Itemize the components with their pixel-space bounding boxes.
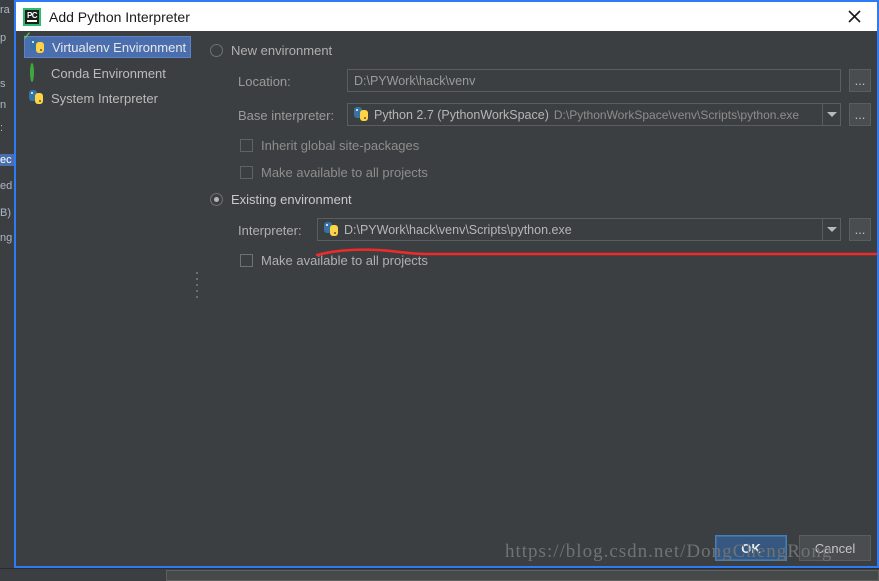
ok-button[interactable]: OK (715, 535, 787, 561)
background-text-fragment: ed (0, 180, 13, 192)
sidebar-item-label: Virtualenv Environment (52, 39, 187, 55)
background-text-fragment: ra (0, 4, 10, 16)
dialog-title: Add Python Interpreter (49, 9, 190, 25)
radio-indicator-icon (210, 193, 223, 206)
chevron-down-icon[interactable] (822, 219, 840, 240)
sidebar-item-label: System Interpreter (51, 90, 158, 106)
python-icon (29, 90, 45, 106)
radio-label: Existing environment (231, 192, 352, 207)
checkbox-inherit-global-site-packages[interactable]: Inherit global site-packages (240, 138, 419, 153)
checkbox-label: Make available to all projects (261, 165, 428, 180)
location-input[interactable]: D:\PYWork\hack\venv (347, 69, 841, 92)
base-interpreter-value: Python 2.7 (PythonWorkSpace) (374, 107, 549, 122)
dialog-body: ✓ Virtualenv Environment Conda Environme… (16, 31, 877, 564)
base-interpreter-label: Base interpreter: (238, 108, 335, 123)
background-text-fragment-selected: ec (0, 154, 14, 166)
checkbox-box-icon (240, 139, 253, 152)
background-text-fragment: : (0, 122, 4, 134)
pycharm-icon: PC (23, 8, 41, 26)
background-ide-text-strip: ra p s n : ec ed B) ng (0, 0, 14, 568)
sidebar-item-system-interpreter[interactable]: System Interpreter (24, 87, 191, 109)
interpreter-value: D:\PYWork\hack\venv\Scripts\python.exe (344, 222, 572, 237)
interpreter-settings-pane: New environment Location: D:\PYWork\hack… (204, 31, 877, 564)
checkbox-label: Make available to all projects (261, 253, 428, 268)
python-icon (324, 222, 339, 237)
cancel-button[interactable]: Cancel (799, 535, 871, 561)
sidebar-item-label: Conda Environment (51, 65, 166, 81)
checkbox-box-icon (240, 166, 253, 179)
splitter-grip-icon (196, 272, 199, 302)
radio-indicator-icon (210, 44, 223, 57)
interpreter-browse-button[interactable]: ... (849, 218, 871, 241)
sidebar-item-virtualenv-environment[interactable]: ✓ Virtualenv Environment (23, 32, 191, 58)
base-interpreter-combobox[interactable]: Python 2.7 (PythonWorkSpace) D:\PythonWo… (347, 103, 841, 126)
location-label: Location: (238, 74, 291, 89)
radio-new-environment[interactable]: New environment (210, 43, 332, 58)
python-virtualenv-icon: ✓ (23, 32, 46, 55)
background-text-fragment: B) (0, 207, 11, 219)
dialog-titlebar: PC Add Python Interpreter (16, 0, 877, 31)
checkbox-label: Inherit global site-packages (261, 138, 420, 153)
python-icon (354, 107, 369, 122)
interpreter-combobox[interactable]: D:\PYWork\hack\venv\Scripts\python.exe (317, 218, 841, 241)
chevron-down-icon[interactable] (822, 104, 840, 125)
base-interpreter-path: D:\PythonWorkSpace\venv\Scripts\python.e… (553, 107, 800, 122)
background-status-bar-field (166, 570, 879, 581)
background-text-fragment: s (0, 78, 6, 90)
environment-type-list: ✓ Virtualenv Environment Conda Environme… (16, 31, 192, 564)
interpreter-label: Interpreter: (238, 223, 302, 238)
background-text-fragment: ng (0, 232, 13, 244)
close-icon[interactable] (831, 2, 877, 31)
location-browse-button[interactable]: ... (849, 69, 871, 92)
sidebar-item-conda-environment[interactable]: Conda Environment (24, 62, 191, 84)
checkbox-box-icon (240, 254, 253, 267)
background-text-fragment: p (0, 32, 7, 44)
add-python-interpreter-dialog: PC Add Python Interpreter ✓ Virtualenv E… (14, 0, 879, 568)
conda-ring-icon (29, 63, 45, 82)
radio-label: New environment (231, 43, 333, 58)
checkbox-make-available-all-projects-existing[interactable]: Make available to all projects (240, 253, 428, 268)
base-interpreter-browse-button[interactable]: ... (849, 103, 871, 126)
radio-existing-environment[interactable]: Existing environment (210, 192, 352, 207)
checkbox-make-available-all-projects-new[interactable]: Make available to all projects (240, 165, 428, 180)
background-text-fragment: n (0, 99, 7, 111)
pane-splitter[interactable] (192, 31, 204, 564)
